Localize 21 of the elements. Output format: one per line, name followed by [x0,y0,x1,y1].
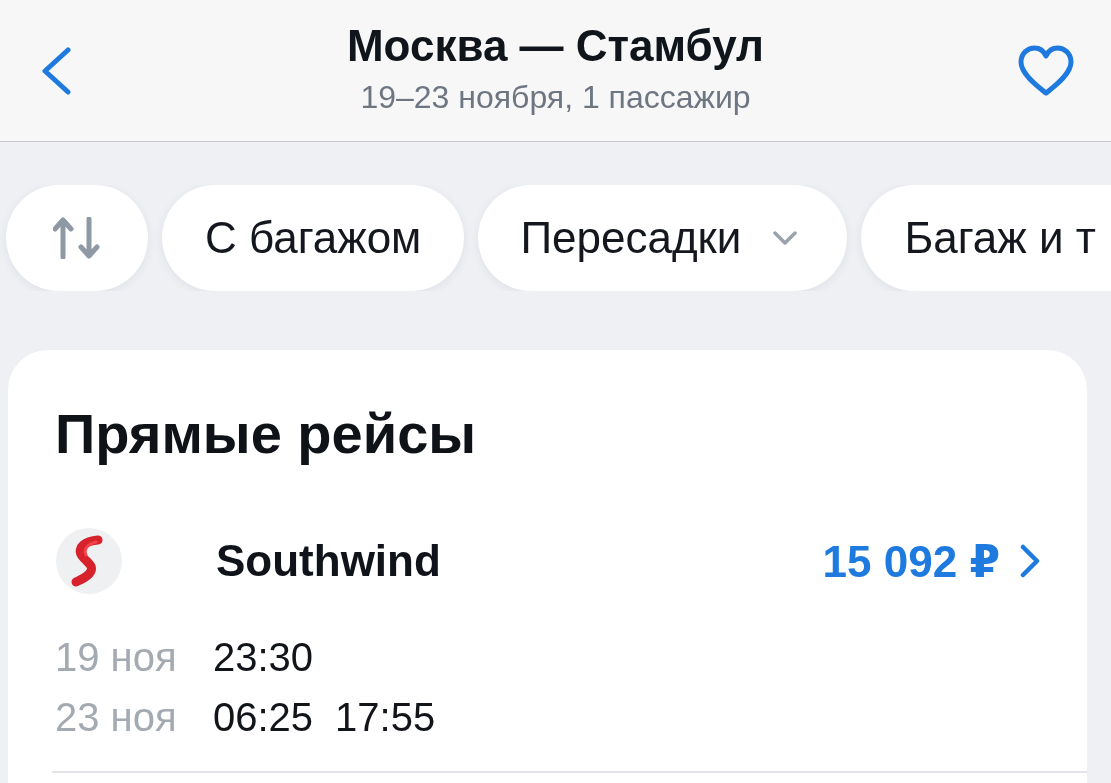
flight-date: 19 ноя [55,634,177,679]
sort-arrows-icon [53,217,101,259]
flight-time: 06:25 [213,694,314,740]
flight-time: 17:55 [335,694,436,740]
route-title: Москва — Стамбул [346,21,764,71]
section-title: Прямые рейсы [55,401,477,466]
airline-logo [56,528,122,594]
favorite-button[interactable] [1018,44,1074,97]
trip-details: 19–23 ноября, 1 пассажир [360,78,751,117]
chevron-right-icon [1020,544,1040,578]
filter-chip[interactable]: Багаж и т [861,185,1111,291]
flight-time: 23:30 [213,634,314,680]
flight-date: 23 ноя [55,694,177,739]
airline-name: Southwind [216,536,441,586]
back-button[interactable] [40,46,72,95]
chevron-down-icon [773,231,798,245]
filter-chip[interactable]: С багажом [162,185,465,291]
heart-icon [1018,44,1074,97]
filter-dropdown[interactable]: Пересадки [478,185,848,291]
chevron-left-icon [40,46,72,95]
price-button[interactable]: 15 092 ₽ [822,535,1040,587]
